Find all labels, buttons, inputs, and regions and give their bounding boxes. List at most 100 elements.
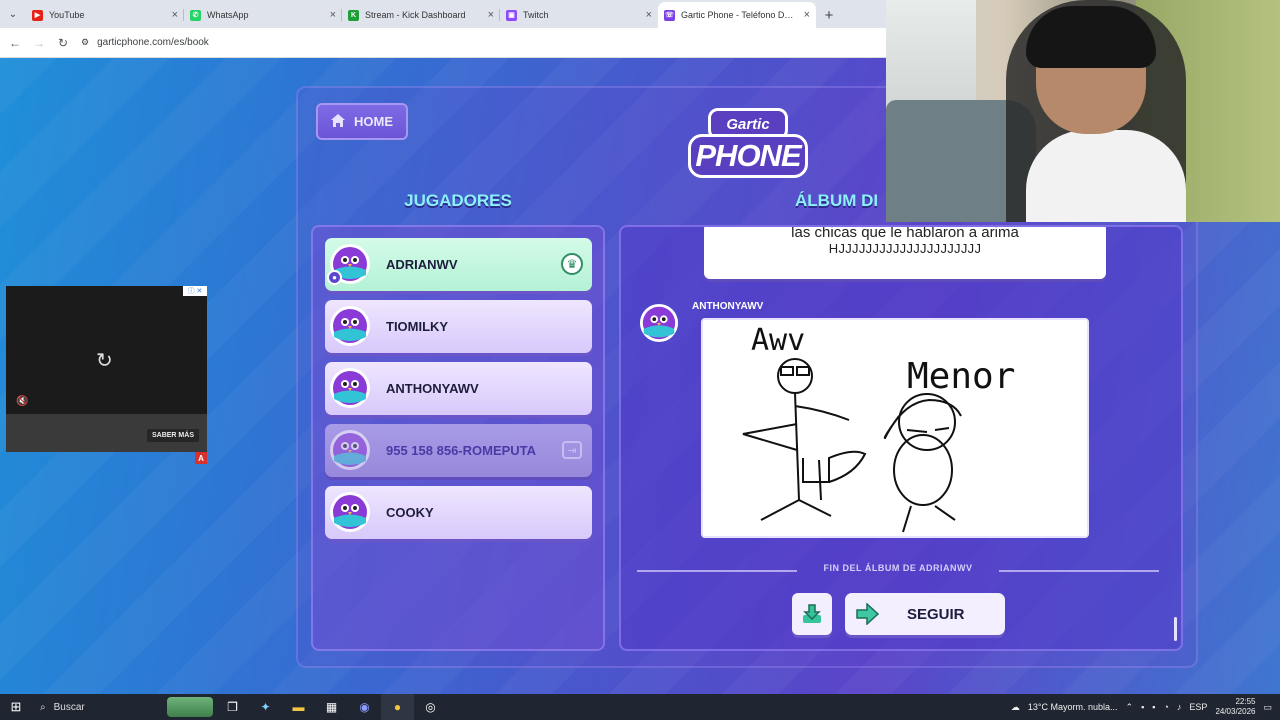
windows-start-icon[interactable]: ⊞ — [0, 699, 32, 715]
clock[interactable]: 22:55 24/03/2026 — [1215, 697, 1255, 717]
previous-text-line: las chicas que le hablaron a arima — [791, 225, 1019, 241]
close-icon[interactable]: × — [804, 9, 810, 21]
ad-badge: A — [195, 452, 207, 464]
player-name: ADRIANWV — [386, 257, 458, 272]
taskbar-search[interactable]: ⌕ Buscar — [32, 694, 164, 720]
language-indicator[interactable]: ESP — [1189, 702, 1207, 712]
speaker-icon[interactable]: ♪ — [1177, 702, 1182, 712]
tab-title: WhatsApp — [207, 10, 249, 20]
home-button[interactable]: HOME — [316, 103, 408, 140]
player-name: TIOMILKY — [386, 319, 449, 334]
player-card: ● ADRIANWV ♛ — [325, 238, 592, 291]
tab-whatsapp[interactable]: ✆ WhatsApp × — [184, 2, 342, 28]
tab-gartic-phone[interactable]: ☏ Gartic Phone - Teléfono Descom × — [658, 2, 816, 28]
crown-icon: ♛ — [561, 253, 583, 275]
tray-app-icon[interactable]: ▪ — [1152, 702, 1155, 712]
file-explorer-icon[interactable]: ▬ — [282, 694, 315, 720]
store-icon[interactable]: ▦ — [315, 694, 348, 720]
player-name: COOKY — [386, 505, 434, 520]
clock-time: 22:55 — [1235, 697, 1256, 706]
player-card: COOKY — [325, 486, 592, 539]
webcam-person-shirt — [1026, 130, 1186, 222]
tab-kick-dashboard[interactable]: K Stream - Kick Dashboard × — [342, 2, 500, 28]
logo-bottom-text: PHONE — [688, 134, 808, 178]
show-hidden-icons-icon[interactable]: ⌃ — [1126, 702, 1134, 713]
tab-title: Twitch — [523, 10, 549, 20]
reload-icon[interactable]: ↻ — [51, 36, 75, 50]
youtube-icon: ▶ — [32, 9, 43, 21]
browser-tab-strip: ⌄ ▶ YouTube × ✆ WhatsApp × K Stream - Ki… — [0, 0, 886, 28]
search-icon: ⌕ — [40, 701, 46, 713]
close-icon[interactable]: × — [646, 9, 652, 21]
discord-icon[interactable]: ◉ — [348, 694, 381, 720]
tab-twitch[interactable]: ▣ Twitch × — [500, 2, 658, 28]
drawing-word-right: Menor — [907, 356, 1015, 397]
close-icon[interactable]: × — [172, 9, 178, 21]
album-end-divider: FIN DEL ÁLBUM DE ADRIANWV — [637, 563, 1159, 577]
tab-title: Gartic Phone - Teléfono Descom — [681, 10, 798, 20]
forward-arrow-icon[interactable]: → — [27, 36, 51, 50]
pigeon-avatar-icon — [330, 368, 370, 408]
download-icon — [803, 604, 821, 623]
learn-more-button[interactable]: SABER MÁS — [146, 429, 199, 442]
previous-text-bubble: las chicas que le hablaron a arima HJJJJ… — [704, 225, 1106, 279]
close-icon[interactable]: × — [330, 9, 336, 21]
gartic-phone-logo: Gartic PHONE — [688, 104, 808, 182]
continue-label: SEGUIR — [907, 605, 965, 623]
home-label: HOME — [354, 114, 393, 129]
album-scrollbar[interactable] — [1174, 617, 1177, 641]
weather-text[interactable]: 13°C Mayorm. nubla... — [1028, 702, 1118, 712]
webcam-person-hair — [1026, 6, 1156, 68]
twitch-icon: ▣ — [506, 9, 517, 21]
notifications-icon[interactable]: ▭ — [1263, 702, 1272, 713]
address-bar[interactable]: ⚙ garticphone.com/es/book — [81, 37, 209, 48]
tray-app-icon[interactable]: ▪ — [1141, 702, 1144, 712]
tab-title: YouTube — [49, 10, 85, 20]
pigeon-avatar-icon — [639, 303, 679, 343]
site-settings-icon[interactable]: ⚙ — [81, 37, 89, 48]
home-icon — [331, 113, 345, 130]
drawing-word-left: Awv — [751, 323, 805, 358]
tab-youtube[interactable]: ▶ YouTube × — [26, 2, 184, 28]
album-heading: ÁLBUM DI — [795, 191, 879, 210]
continue-button[interactable]: SEGUIR — [845, 593, 1005, 635]
album-panel[interactable]: las chicas que le hablaron a arima HJJJJ… — [619, 225, 1183, 651]
drawing-author: ANTHONYAWV — [692, 301, 764, 312]
players-list: ● ADRIANWV ♛ TIOMILKY ANTHONYAWV 955 158… — [311, 225, 605, 651]
widgets-landscape-icon[interactable] — [164, 694, 216, 720]
back-arrow-icon[interactable]: ← — [3, 36, 27, 50]
tab-title: Stream - Kick Dashboard — [365, 10, 466, 20]
windows-taskbar: ⊞ ⌕ Buscar ❐ ✦ ▬ ▦ ◉ ● ◎ ☁ 13°C Mayorm. … — [0, 694, 1280, 720]
video-ad[interactable]: ↻ 🔇 SABER MÁS — [6, 286, 207, 452]
pigeon-avatar-icon — [330, 430, 370, 470]
close-icon[interactable]: × — [488, 9, 494, 21]
ad-choices-icon[interactable]: ⓘ ✕ — [183, 286, 207, 296]
player-name: 955 158 856-ROMEPUTA — [386, 443, 537, 458]
gartic-phone-icon: ☏ — [664, 9, 675, 21]
replay-icon[interactable]: ↻ — [96, 348, 113, 373]
chrome-icon[interactable]: ● — [381, 694, 414, 720]
arrow-right-icon — [856, 603, 879, 625]
copilot-icon[interactable]: ✦ — [249, 694, 282, 720]
system-tray: ☁ 13°C Mayorm. nubla... ⌃ ▪ ▪ ◔ ♪ ESP 22… — [1011, 694, 1272, 720]
drawing-canvas: Awv Menor — [742, 323, 1015, 533]
obs-icon[interactable]: ◎ — [414, 694, 447, 720]
mute-icon[interactable]: 🔇 — [16, 396, 28, 407]
pigeon-avatar-icon — [330, 306, 370, 346]
player-card-disconnected: 955 158 856-ROMEPUTA ⇥ — [325, 424, 592, 477]
tab-search-chevron-icon[interactable]: ⌄ — [0, 0, 26, 28]
wifi-icon[interactable]: ◔ — [1163, 702, 1168, 712]
players-heading: JUGADORES — [404, 191, 512, 210]
player-card: TIOMILKY — [325, 300, 592, 353]
previous-text-line: HJJJJJJJJJJJJJJJJJJJJJ — [828, 241, 982, 256]
album-end-label: FIN DEL ÁLBUM DE ADRIANWV — [823, 563, 973, 573]
new-tab-plus-icon[interactable]: + — [816, 2, 842, 28]
weather-icon[interactable]: ☁ — [1011, 702, 1020, 713]
download-button[interactable] — [792, 593, 832, 635]
user-icon: ● — [327, 270, 342, 285]
player-card: ANTHONYAWV — [325, 362, 592, 415]
pigeon-avatar-icon — [330, 492, 370, 532]
kick-icon: K — [348, 9, 359, 21]
task-view-icon[interactable]: ❐ — [216, 694, 249, 720]
clock-date: 24/03/2026 — [1215, 707, 1256, 716]
